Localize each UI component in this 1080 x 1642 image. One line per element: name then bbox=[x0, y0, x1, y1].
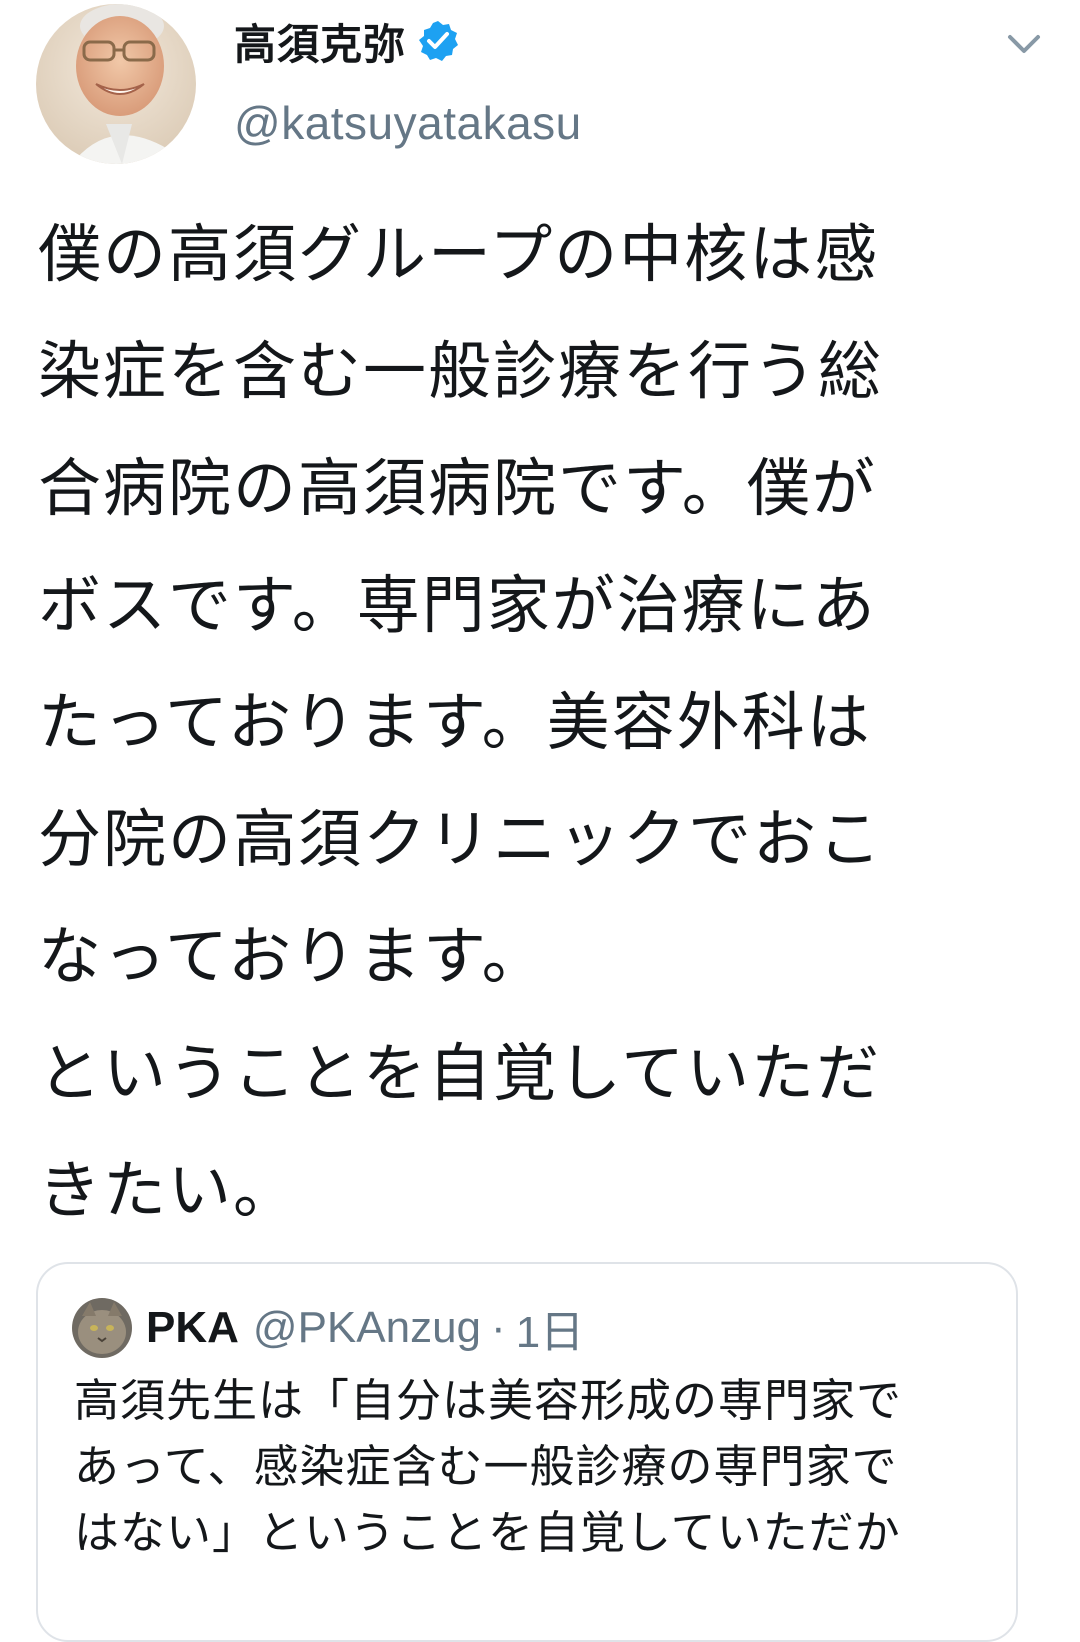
tweet[interactable]: 高須克弥 @katsuyatakasu 僕の高須グループの中核は感 染症を含む一… bbox=[0, 0, 1080, 1642]
quoted-author-avatar bbox=[72, 1298, 132, 1358]
separator-dot: · bbox=[491, 1303, 506, 1352]
quoted-tweet-time: 1日 bbox=[515, 1308, 585, 1357]
tweet-text: 僕の高須グループの中核は感 染症を含む一般診療を行う総 合病院の高須病院です。僕… bbox=[38, 218, 883, 1227]
author-handle[interactable]: @katsuyatakasu bbox=[234, 96, 582, 150]
quoted-author-handle: @PKAnzug bbox=[252, 1303, 482, 1352]
quoted-tweet-text: 高須先生は「自分は美容形成の専門家で あって、感染症含む一般診療の専門家で はな… bbox=[74, 1374, 903, 1559]
quoted-author-name: PKA bbox=[146, 1303, 239, 1352]
tweet-header: 高須克弥 @katsuyatakasu bbox=[234, 8, 582, 150]
author-display-name[interactable]: 高須克弥 bbox=[234, 11, 406, 72]
chevron-down-icon[interactable] bbox=[1004, 24, 1044, 64]
quoted-tweet-header: PKA @PKAnzug · 1日 bbox=[72, 1296, 584, 1360]
verified-badge-icon bbox=[416, 19, 460, 63]
quoted-tweet-card[interactable]: PKA @PKAnzug · 1日 高須先生は「自分は美容形成の専門家で あって… bbox=[36, 1262, 1018, 1642]
author-avatar[interactable] bbox=[36, 4, 196, 164]
name-row: 高須克弥 bbox=[234, 8, 582, 74]
